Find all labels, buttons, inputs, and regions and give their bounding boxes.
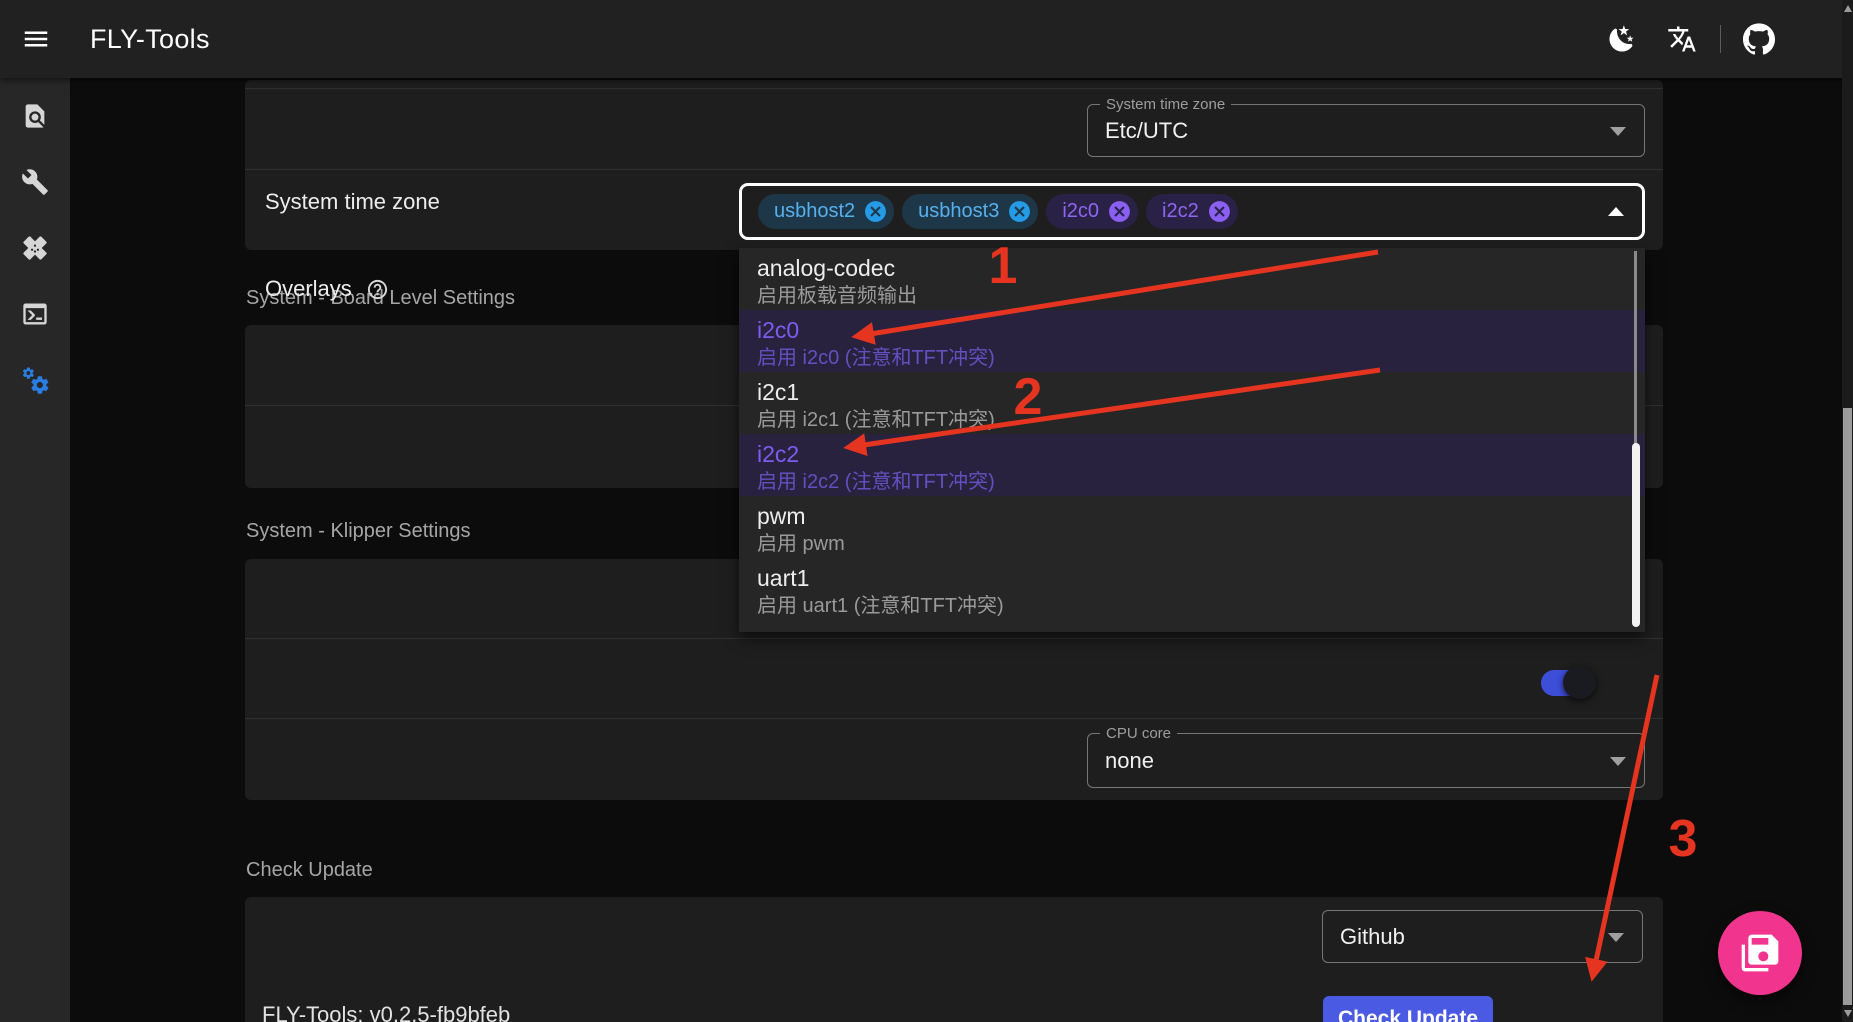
chip-usbhost2[interactable]: usbhost2 xyxy=(758,194,894,229)
menu-item-subtitle: 启用 i2c1 (注意和TFT冲突) xyxy=(757,407,1645,433)
menu-item-i2c1[interactable]: i2c1 启用 i2c1 (注意和TFT冲突) xyxy=(739,372,1645,434)
klipperscreen-toggle[interactable] xyxy=(1541,670,1593,696)
chevron-down-icon xyxy=(1608,933,1624,942)
page-scrollbar[interactable] xyxy=(1842,0,1853,1022)
chip-i2c0[interactable]: i2c0 xyxy=(1046,194,1138,229)
menu-item-subtitle: 启用 i2c2 (注意和TFT冲突) xyxy=(757,469,1645,495)
menu-item-pwm[interactable]: pwm 启用 pwm xyxy=(739,496,1645,558)
overlays-label: Overlays xyxy=(265,276,389,302)
sidebar-item-terminal[interactable] xyxy=(15,294,55,334)
annotation-number-3: 3 xyxy=(1669,810,1698,868)
toggle-thumb xyxy=(1563,666,1596,699)
menu-item-title: pwm xyxy=(757,501,1645,531)
divider xyxy=(245,169,1663,170)
menu-item-i2c0[interactable]: i2c0 启用 i2c0 (注意和TFT冲突) xyxy=(739,310,1645,372)
version-text: FLY-Tools: v0.2.5-fb9bfeb xyxy=(262,1002,510,1022)
overlays-dropdown-menu: analog-codec 启用板载音频输出 i2c0 启用 i2c0 (注意和T… xyxy=(739,248,1645,632)
gears-icon xyxy=(20,365,50,395)
appbar-actions xyxy=(1600,17,1781,61)
translate-icon xyxy=(1667,24,1697,54)
close-circle-icon[interactable] xyxy=(1207,199,1232,224)
check-update-button-label: Check Update xyxy=(1338,1007,1478,1022)
save-fab-button[interactable] xyxy=(1718,911,1802,995)
sidebar-item-settings[interactable] xyxy=(15,360,55,400)
chevron-up-icon xyxy=(1608,207,1624,216)
menu-item-subtitle: 启用 i2c0 (注意和TFT冲突) xyxy=(757,345,1645,371)
dropdown-scrollbar-thumb[interactable] xyxy=(1632,443,1640,627)
scroll-down-arrow[interactable] xyxy=(1844,1010,1852,1017)
menu-item-title: uart1 xyxy=(757,563,1645,593)
chip-label: usbhost3 xyxy=(918,200,999,223)
chip-i2c2[interactable]: i2c2 xyxy=(1146,194,1238,229)
divider xyxy=(245,718,1663,719)
help-icon[interactable] xyxy=(366,278,389,301)
sidebar-item-tools[interactable] xyxy=(15,162,55,202)
divider xyxy=(245,638,1663,639)
github-icon xyxy=(1743,23,1775,55)
console-icon xyxy=(21,300,49,328)
time-zone-select[interactable]: System time zone Etc/UTC xyxy=(1087,104,1645,157)
menu-item-title: i2c1 xyxy=(757,377,1645,407)
overlays-label-text: Overlays xyxy=(265,276,352,302)
menu-item-subtitle: 启用 pwm xyxy=(757,531,1645,557)
moon-icon xyxy=(1607,24,1637,54)
sidebar-item-inspect[interactable] xyxy=(15,96,55,136)
menu-item-uart1[interactable]: uart1 启用 uart1 (注意和TFT冲突) xyxy=(739,558,1645,620)
chip-label: i2c2 xyxy=(1162,200,1199,223)
sidebar-item-patches[interactable] xyxy=(15,228,55,268)
appbar-divider xyxy=(1720,25,1721,53)
update-channel-value: Github xyxy=(1340,924,1405,950)
hamburger-menu-button[interactable] xyxy=(14,17,58,61)
close-circle-icon[interactable] xyxy=(1107,199,1132,224)
close-circle-icon[interactable] xyxy=(1007,199,1032,224)
dropdown-scrollbar-track xyxy=(1634,251,1637,444)
check-update-button[interactable]: Check Update xyxy=(1323,996,1493,1022)
chevron-down-icon xyxy=(1610,127,1626,136)
theme-toggle-button[interactable] xyxy=(1600,17,1644,61)
menu-item-uart2[interactable]: uart2 xyxy=(739,620,1645,632)
cpu-core-field-label: CPU core xyxy=(1100,725,1177,742)
menu-icon xyxy=(21,24,51,54)
divider xyxy=(245,88,1663,89)
chevron-down-icon xyxy=(1610,757,1626,766)
menu-item-subtitle: 启用 uart1 (注意和TFT冲突) xyxy=(757,593,1645,619)
chip-label: i2c0 xyxy=(1062,200,1099,223)
page-scrollbar-thumb[interactable] xyxy=(1843,408,1852,1005)
overlays-select[interactable]: usbhost2 usbhost3 i2c0 i2c2 xyxy=(739,183,1645,240)
translate-button[interactable] xyxy=(1660,17,1704,61)
cpu-core-value: none xyxy=(1105,748,1154,774)
save-all-icon xyxy=(1740,933,1780,973)
menu-item-title: i2c2 xyxy=(757,439,1645,469)
menu-item-title: analog-codec xyxy=(757,253,1645,283)
menu-item-i2c2[interactable]: i2c2 启用 i2c2 (注意和TFT冲突) xyxy=(739,434,1645,496)
sidebar-nav xyxy=(0,78,70,1022)
menu-item-analog-codec[interactable]: analog-codec 启用板载音频输出 xyxy=(739,248,1645,310)
time-zone-field-label: System time zone xyxy=(1100,96,1231,113)
section-header-klipper: System - Klipper Settings xyxy=(246,520,471,543)
app-bar: FLY-Tools xyxy=(0,0,1853,78)
system-time-zone-label-text: System time zone xyxy=(265,189,440,215)
time-zone-value: Etc/UTC xyxy=(1105,118,1188,144)
chip-usbhost3[interactable]: usbhost3 xyxy=(902,194,1038,229)
update-channel-select[interactable]: Github xyxy=(1322,910,1643,963)
wrench-icon xyxy=(21,168,49,196)
file-find-icon xyxy=(21,102,49,130)
menu-item-title: i2c0 xyxy=(757,315,1645,345)
scroll-up-arrow[interactable] xyxy=(1844,5,1852,12)
section-header-check-update: Check Update xyxy=(246,859,373,882)
close-circle-icon[interactable] xyxy=(863,199,888,224)
fly-tools-app: System - Board Level Settings System - K… xyxy=(0,0,1853,1022)
menu-item-subtitle: 启用板载音频输出 xyxy=(757,283,1645,309)
bandage-icon xyxy=(21,234,49,262)
github-button[interactable] xyxy=(1737,17,1781,61)
cpu-core-select[interactable]: CPU core none xyxy=(1087,733,1645,788)
chip-label: usbhost2 xyxy=(774,200,855,223)
menu-item-title: uart2 xyxy=(757,625,1645,632)
system-time-zone-label: System time zone xyxy=(265,189,440,215)
app-title: FLY-Tools xyxy=(90,24,1600,55)
